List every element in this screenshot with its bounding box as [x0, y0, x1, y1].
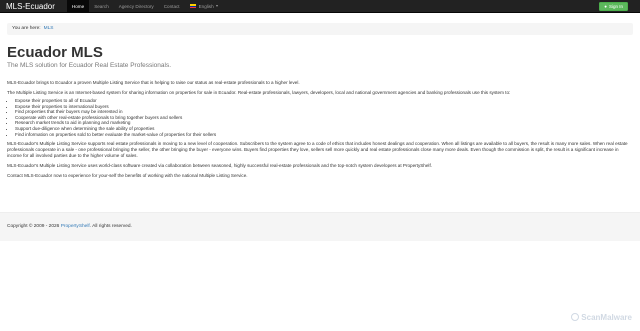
- nav-agency-directory[interactable]: Agency Directory: [114, 0, 159, 13]
- top-navbar: MLS-Ecuador Home Search Agency Directory…: [0, 0, 640, 13]
- list-item: Find information on properties sold to b…: [15, 132, 633, 138]
- nav-home[interactable]: Home: [66, 0, 90, 13]
- propertyshelf-link[interactable]: PropertyShelf: [61, 224, 90, 229]
- footer: Copyright © 2009 - 2026 PropertyShelf. A…: [0, 212, 640, 241]
- language-label: English: [198, 3, 214, 9]
- software-paragraph: MLS-Ecuador's Multiple Listing Service u…: [7, 163, 432, 169]
- sign-in-button[interactable]: ● Sign In: [599, 2, 628, 11]
- copyright-text: Copyright © 2009 - 2026: [7, 224, 60, 229]
- sign-in-label: Sign In: [608, 4, 623, 9]
- intro-paragraph: MLS-Ecuador brings to Ecuador a proven M…: [7, 80, 300, 85]
- scanmalware-icon: [571, 312, 580, 321]
- page-content: MLS-Ecuador brings to Ecuador a proven M…: [7, 80, 633, 179]
- nav-contact[interactable]: Contact: [159, 0, 185, 13]
- chevron-down-icon: [215, 5, 218, 8]
- language-dropdown[interactable]: English: [185, 0, 223, 13]
- main-container: You are here: MLS Ecuador MLS The MLS sol…: [0, 23, 640, 179]
- contact-paragraph: Contact MLS-Ecuador now to experience fo…: [7, 173, 248, 179]
- description-paragraph: The Multiple Listing Service is an Inter…: [7, 90, 511, 95]
- user-icon: ●: [604, 4, 607, 9]
- page-title: Ecuador MLS: [7, 44, 103, 61]
- uses-list: Expose their properties to all of Ecuado…: [7, 98, 633, 137]
- watermark-text: ScanMalware: [581, 313, 632, 322]
- rights-text: . All rights reserved.: [89, 224, 132, 229]
- watermark-logo: ScanMalware: [571, 312, 632, 322]
- nav-search[interactable]: Search: [89, 0, 114, 13]
- breadcrumb-prefix: You are here:: [12, 26, 41, 31]
- flag-icon: [189, 3, 196, 8]
- page-subtitle: The MLS solution for Ecuador Real Estate…: [7, 62, 172, 69]
- cooperation-paragraph: MLS-Ecuador's Multiple Listing Service s…: [7, 141, 628, 159]
- breadcrumb: You are here: MLS: [7, 23, 633, 35]
- brand-link[interactable]: MLS-Ecuador: [6, 2, 55, 11]
- breadcrumb-mls-link[interactable]: MLS: [44, 26, 54, 31]
